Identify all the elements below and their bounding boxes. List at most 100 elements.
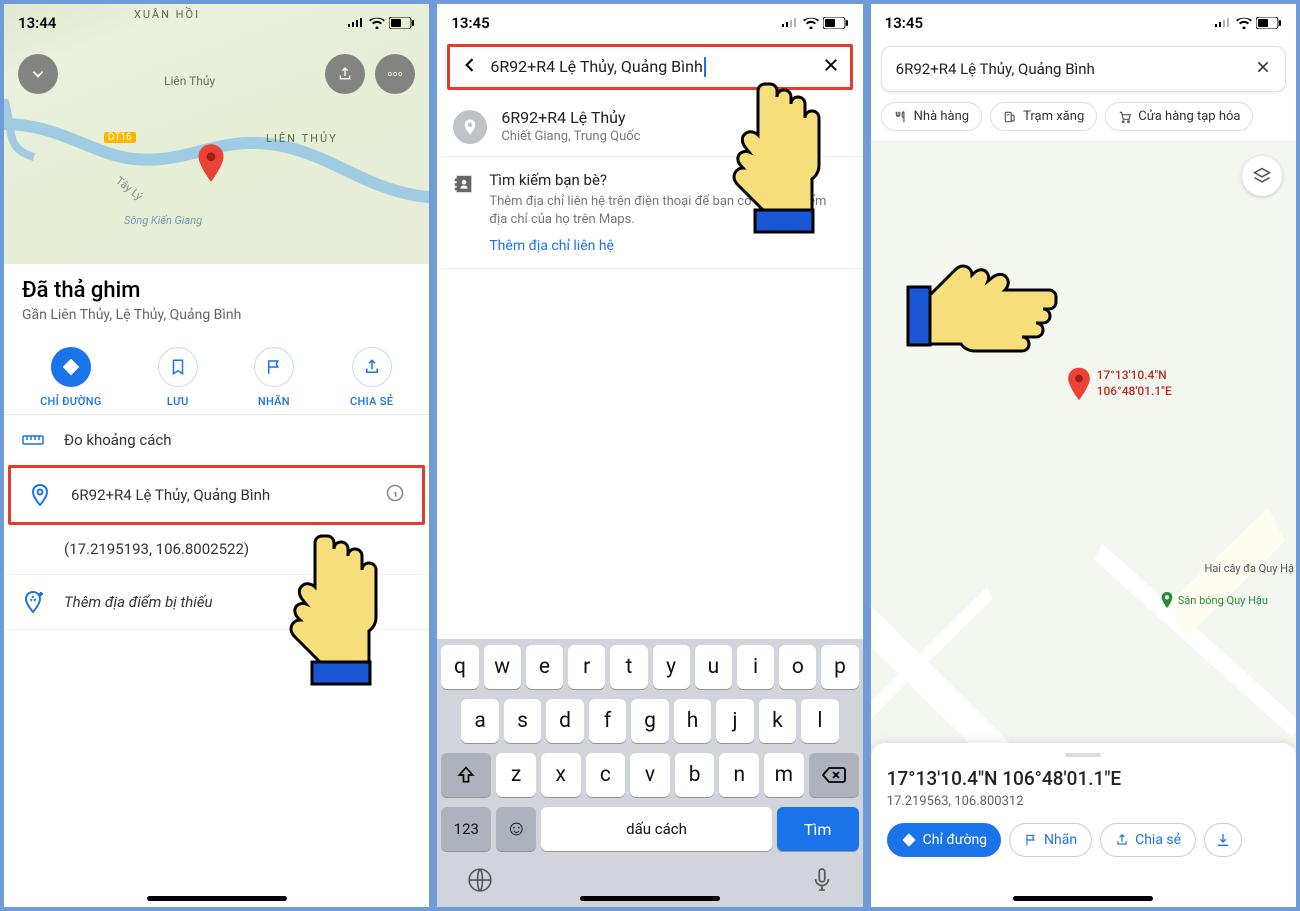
poi-label: Hai cây đa Quy Hậ xyxy=(1204,562,1294,575)
place-sheet: Đã thả ghim Gần Liên Thủy, Lệ Thủy, Quản… xyxy=(4,264,429,907)
share-map-button[interactable] xyxy=(325,54,365,94)
key-g[interactable]: g xyxy=(631,699,668,743)
area-label-caps: LIÊN THỦY xyxy=(266,132,338,145)
key-x[interactable]: x xyxy=(541,753,581,797)
key-u[interactable]: u xyxy=(695,645,732,689)
directions-button[interactable]: CHỈ ĐƯỜNG xyxy=(40,347,102,408)
chip-restaurant[interactable]: Nhà hàng xyxy=(881,102,982,131)
contacts-icon xyxy=(453,173,475,254)
clock: 13:45 xyxy=(451,14,489,32)
dropped-pin-icon xyxy=(196,144,226,182)
share-button[interactable]: CHIA SẺ xyxy=(350,347,393,408)
clock: 13:44 xyxy=(18,14,56,32)
suggestion-title: 6R92+R4 Lệ Thủy xyxy=(501,108,640,127)
sheet-subtitle: Gần Liên Thủy, Lệ Thủy, Quảng Bình xyxy=(22,307,411,323)
key-z[interactable]: z xyxy=(496,753,536,797)
label-pill[interactable]: Nhãn xyxy=(1009,823,1092,857)
key-i[interactable]: i xyxy=(737,645,774,689)
layers-button[interactable] xyxy=(1242,156,1282,196)
key-h[interactable]: h xyxy=(674,699,711,743)
key-e[interactable]: e xyxy=(526,645,563,689)
key-t[interactable]: t xyxy=(610,645,647,689)
friends-title: Tìm kiếm bạn bè? xyxy=(489,171,846,189)
clock: 13:45 xyxy=(885,14,923,32)
search-bar[interactable]: 6R92+R4 Lệ Thủy, Quảng Bình xyxy=(881,46,1286,92)
info-icon[interactable] xyxy=(386,484,404,506)
key-d[interactable]: d xyxy=(546,699,583,743)
collapse-button[interactable] xyxy=(18,54,58,94)
shift-key[interactable] xyxy=(441,753,491,797)
key-j[interactable]: j xyxy=(716,699,753,743)
sheet-title: 17°13'10.4"N 106°48'01.1"E xyxy=(887,767,1280,790)
route-tag: DT16 xyxy=(104,132,136,143)
key-y[interactable]: y xyxy=(653,645,690,689)
numbers-key[interactable]: 123 xyxy=(441,807,491,851)
mic-key[interactable] xyxy=(811,867,833,897)
globe-key[interactable] xyxy=(467,867,493,897)
directions-pill[interactable]: Chỉ đường xyxy=(887,823,1001,857)
home-indicator xyxy=(1013,896,1153,901)
key-s[interactable]: s xyxy=(504,699,541,743)
search-text: 6R92+R4 Lệ Thủy, Quảng Bình xyxy=(896,60,1245,78)
status-icons xyxy=(781,17,849,29)
chip-grocery[interactable]: Cửa hàng tạp hóa xyxy=(1105,102,1253,131)
emoji-key[interactable]: ☺ xyxy=(496,807,536,851)
add-missing-place-row[interactable]: Thêm địa điểm bị thiếu xyxy=(4,575,429,630)
measure-distance-row[interactable]: Đo khoảng cách xyxy=(4,415,429,466)
search-key[interactable]: Tìm xyxy=(777,807,859,851)
key-q[interactable]: q xyxy=(441,645,478,689)
download-pill[interactable] xyxy=(1204,823,1242,857)
key-v[interactable]: v xyxy=(630,753,670,797)
sheet-title: Đã thả ghim xyxy=(22,278,411,303)
key-w[interactable]: w xyxy=(484,645,521,689)
result-sheet[interactable]: 17°13'10.4"N 106°48'01.1"E 17.219563, 10… xyxy=(871,743,1296,907)
pin-coords-label: 17°13'10.4"N106°48'01.1"E xyxy=(1097,368,1172,399)
key-c[interactable]: c xyxy=(586,753,626,797)
chip-gas[interactable]: Trạm xăng xyxy=(990,102,1097,131)
back-icon[interactable] xyxy=(460,55,480,79)
poi-label: Sân bóng Quy Hậu xyxy=(1160,592,1268,608)
label-button[interactable]: NHÃN xyxy=(254,347,294,408)
place-icon xyxy=(453,110,487,144)
search-input[interactable]: 6R92+R4 Lệ Thủy, Quảng Bình xyxy=(490,57,811,78)
screenshot-3: 13:45 6R92+R4 Lệ Thủy, Quảng Bình Nhà hà… xyxy=(871,4,1296,907)
key-r[interactable]: r xyxy=(568,645,605,689)
ruler-icon xyxy=(22,433,44,447)
keyboard[interactable]: qwertyuiop asdfghjkl zxcvbnm 123 ☺ dấu c… xyxy=(437,639,862,907)
space-key[interactable]: dấu cách xyxy=(541,807,771,851)
clear-icon[interactable] xyxy=(1255,59,1271,79)
key-o[interactable]: o xyxy=(779,645,816,689)
map-area[interactable]: XUÂN HỒI Liên Thủy LIÊN THỦY DT16 Sông K… xyxy=(4,4,429,264)
friends-desc: Thêm địa chỉ liên hệ trên điện thoại để … xyxy=(489,193,846,228)
key-l[interactable]: l xyxy=(801,699,838,743)
plus-code-row[interactable]: 6R92+R4 Lệ Thủy, Quảng Bình xyxy=(8,465,425,525)
add-contacts-link[interactable]: Thêm địa chỉ liên hệ xyxy=(489,238,846,254)
backspace-key[interactable] xyxy=(809,753,859,797)
measure-label: Đo khoảng cách xyxy=(64,431,171,449)
key-n[interactable]: n xyxy=(719,753,759,797)
key-a[interactable]: a xyxy=(461,699,498,743)
search-suggestion[interactable]: 6R92+R4 Lệ Thủy Chiết Giang, Trung Quốc xyxy=(437,96,862,157)
coordinates-row[interactable]: (17.2195193, 106.8002522) xyxy=(4,524,429,575)
find-friends-card: Tìm kiếm bạn bè? Thêm địa chỉ liên hệ tr… xyxy=(437,157,862,269)
clear-icon[interactable] xyxy=(822,56,840,78)
add-place-icon xyxy=(22,591,44,613)
sheet-coords: 17.219563, 106.800312 xyxy=(887,794,1280,809)
search-bar[interactable]: 6R92+R4 Lệ Thủy, Quảng Bình xyxy=(447,44,852,90)
key-p[interactable]: p xyxy=(821,645,858,689)
key-k[interactable]: k xyxy=(759,699,796,743)
plus-code-icon xyxy=(29,484,51,506)
key-b[interactable]: b xyxy=(675,753,715,797)
home-indicator xyxy=(580,896,720,901)
coordinates-text: (17.2195193, 106.8002522) xyxy=(64,540,249,558)
home-indicator xyxy=(147,896,287,901)
key-m[interactable]: m xyxy=(764,753,804,797)
category-chips: Nhà hàng Trạm xăng Cửa hàng tạp hóa xyxy=(871,98,1296,142)
status-icons xyxy=(347,17,415,29)
share-pill[interactable]: Chia sẻ xyxy=(1100,823,1196,857)
sheet-grabber[interactable] xyxy=(1065,753,1101,757)
more-button[interactable] xyxy=(375,54,415,94)
key-f[interactable]: f xyxy=(589,699,626,743)
add-missing-label: Thêm địa điểm bị thiếu xyxy=(64,593,213,611)
save-button[interactable]: LƯU xyxy=(158,347,198,408)
